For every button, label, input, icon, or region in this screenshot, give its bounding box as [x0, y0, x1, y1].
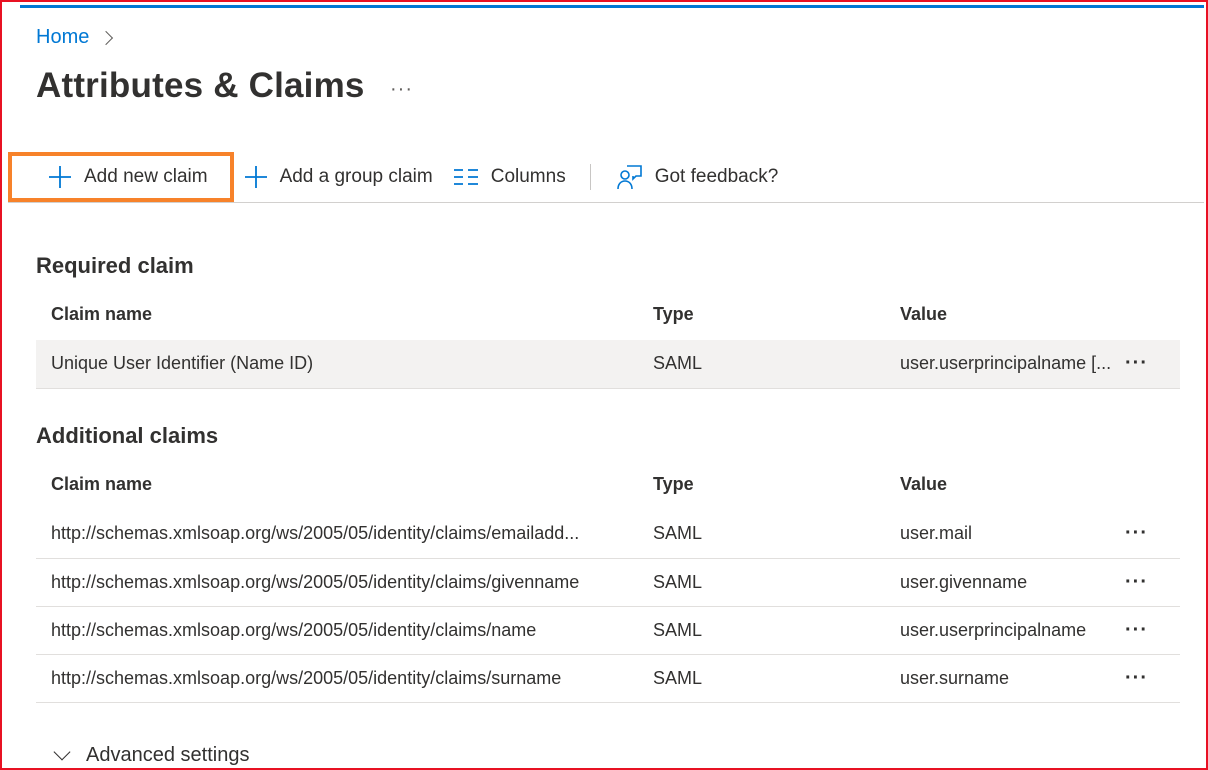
breadcrumb-home-link[interactable]: Home: [36, 26, 89, 49]
feedback-button[interactable]: Got feedback?: [605, 152, 789, 202]
add-new-claim-button[interactable]: Add new claim: [8, 152, 234, 202]
feedback-label: Got feedback?: [654, 166, 779, 187]
required-claims-table: Claim name Type Value Unique User Identi…: [36, 288, 1180, 389]
top-accent-line: [20, 5, 1204, 8]
claim-value-cell: user.userprincipalname [...: [885, 340, 1125, 389]
command-bar: Add new claim Add a group claim Columns …: [8, 152, 788, 202]
claim-value-cell: user.userprincipalname: [885, 606, 1125, 655]
claim-name-cell[interactable]: Unique User Identifier (Name ID): [36, 340, 638, 389]
row-more-icon[interactable]: ···: [1125, 510, 1180, 559]
column-header-type[interactable]: Type: [638, 458, 885, 510]
claim-type-cell: SAML: [638, 510, 885, 559]
column-header-claim-name[interactable]: Claim name: [36, 458, 638, 510]
claim-type-cell: SAML: [638, 340, 885, 389]
column-header-actions: [1125, 458, 1180, 510]
claim-value-cell: user.mail: [885, 510, 1125, 559]
table-header-row: Claim name Type Value: [36, 458, 1180, 510]
row-more-icon[interactable]: ···: [1125, 558, 1180, 607]
claim-name-cell[interactable]: http://schemas.xmlsoap.org/ws/2005/05/id…: [36, 558, 638, 607]
claim-value-cell: user.givenname: [885, 558, 1125, 607]
page-title: Attributes & Claims: [36, 66, 365, 105]
claim-name-cell[interactable]: http://schemas.xmlsoap.org/ws/2005/05/id…: [36, 606, 638, 655]
more-options-icon[interactable]: ···: [390, 78, 413, 101]
toolbar-divider-line: [8, 202, 1204, 203]
claim-type-cell: SAML: [638, 558, 885, 607]
column-header-value[interactable]: Value: [885, 288, 1125, 340]
column-header-actions: [1125, 288, 1180, 340]
chevron-right-icon: [99, 30, 114, 45]
row-more-icon[interactable]: ···: [1125, 606, 1180, 655]
toolbar-divider: [589, 164, 591, 190]
table-row[interactable]: Unique User Identifier (Name ID) SAML us…: [36, 340, 1180, 389]
table-row[interactable]: http://schemas.xmlsoap.org/ws/2005/05/id…: [36, 606, 1180, 655]
add-group-claim-button[interactable]: Add a group claim: [234, 152, 443, 202]
row-more-icon[interactable]: ···: [1125, 340, 1180, 389]
claim-name-cell[interactable]: http://schemas.xmlsoap.org/ws/2005/05/id…: [36, 510, 638, 559]
claim-value-cell: user.surname: [885, 654, 1125, 703]
claim-type-cell: SAML: [638, 606, 885, 655]
plus-icon: [244, 165, 268, 189]
columns-icon: [453, 167, 479, 187]
claim-name-cell[interactable]: http://schemas.xmlsoap.org/ws/2005/05/id…: [36, 654, 638, 703]
columns-label: Columns: [490, 166, 566, 187]
column-header-value[interactable]: Value: [885, 458, 1125, 510]
columns-button[interactable]: Columns: [443, 152, 576, 202]
required-claim-heading: Required claim: [36, 253, 194, 278]
additional-claims-heading: Additional claims: [36, 423, 219, 448]
row-more-icon[interactable]: ···: [1125, 654, 1180, 703]
add-new-claim-label: Add new claim: [84, 166, 208, 187]
table-row[interactable]: http://schemas.xmlsoap.org/ws/2005/05/id…: [36, 558, 1180, 607]
column-header-type[interactable]: Type: [638, 288, 885, 340]
chevron-down-icon: [53, 743, 71, 760]
additional-claims-table: Claim name Type Value http://schemas.xml…: [36, 458, 1180, 703]
table-header-row: Claim name Type Value: [36, 288, 1180, 340]
table-row[interactable]: http://schemas.xmlsoap.org/ws/2005/05/id…: [36, 654, 1180, 703]
advanced-settings-label: Advanced settings: [86, 744, 250, 766]
table-row[interactable]: http://schemas.xmlsoap.org/ws/2005/05/id…: [36, 510, 1180, 559]
column-header-claim-name[interactable]: Claim name: [36, 288, 638, 340]
claim-type-cell: SAML: [638, 654, 885, 703]
add-group-claim-label: Add a group claim: [279, 166, 433, 187]
breadcrumb: Home: [36, 26, 114, 49]
feedback-icon: [615, 163, 643, 191]
plus-icon: [48, 165, 72, 189]
advanced-settings-toggle[interactable]: Advanced settings: [52, 743, 250, 767]
